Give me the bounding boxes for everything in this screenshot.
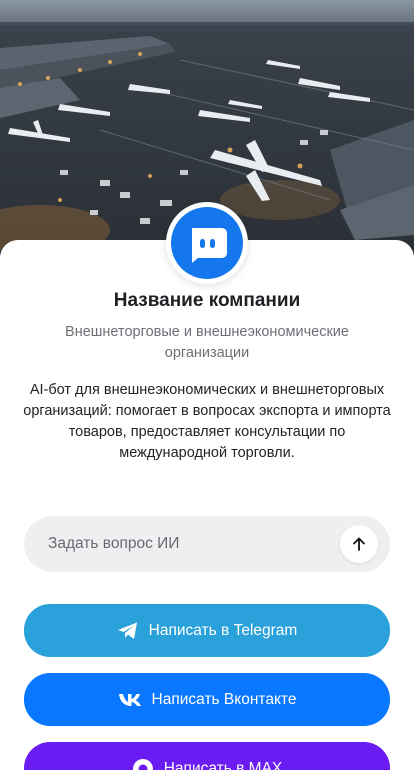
telegram-button-label: Написать в Telegram: [148, 621, 298, 639]
max-button[interactable]: Написать в MAX: [24, 742, 390, 770]
company-category: Внешнеторговые и внешнеэкономические орг…: [65, 324, 349, 361]
telegram-button[interactable]: Написать в Telegram: [24, 604, 390, 657]
vk-button[interactable]: Написать Вконтакте: [24, 673, 390, 726]
telegram-icon: [117, 621, 139, 641]
max-button-label: Написать в MAX: [163, 759, 283, 770]
chat-bot-icon: [192, 228, 227, 263]
max-icon: [132, 758, 154, 770]
vk-button-label: Написать Вконтакте: [151, 690, 297, 708]
company-description: AI-бот для внешнеэкономических и внешнет…: [23, 382, 391, 461]
send-button[interactable]: [340, 525, 378, 563]
ask-ai-field: [24, 516, 390, 572]
arrow-up-icon: [353, 537, 365, 551]
ask-ai-input[interactable]: [48, 516, 348, 572]
vk-icon: [118, 693, 142, 707]
avatar: [171, 207, 243, 279]
company-name: Название компании: [113, 290, 301, 311]
